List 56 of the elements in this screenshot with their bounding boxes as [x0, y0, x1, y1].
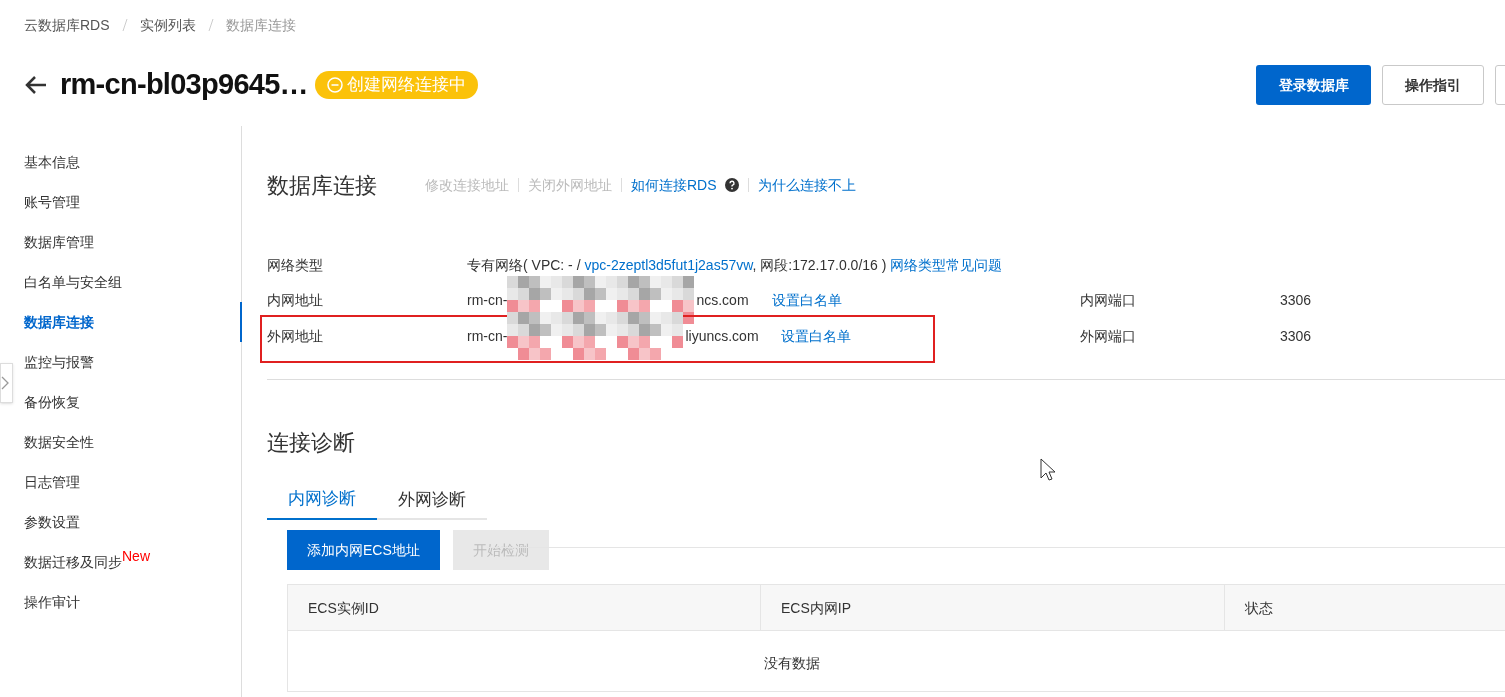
sidebar-item[interactable]: 监控与报警 [24, 352, 94, 372]
column-header: 状态 [1244, 598, 1274, 618]
sidebar-item[interactable]: 数据库管理 [24, 232, 94, 252]
status-badge: 创建网络连接中 [314, 71, 478, 99]
new-label: New [122, 547, 150, 564]
port-value: 3306 [1280, 327, 1312, 346]
vpc-link[interactable]: vpc-2zeptl3d5fut1j2as57vw [584, 257, 753, 273]
breadcrumb-item[interactable]: 云数据库RDS [24, 14, 110, 35]
field-label: 内网地址 [267, 291, 324, 310]
sidebar-item[interactable]: 操作审计 [24, 592, 80, 612]
sidebar-item[interactable]: 白名单与安全组 [24, 272, 122, 292]
sidebar-item[interactable]: 日志管理 [24, 472, 80, 492]
chevron-right-icon [1, 376, 9, 390]
active-indicator [240, 302, 242, 342]
section-title: 数据库连接 [267, 171, 377, 200]
sidebar-item[interactable]: 数据安全性 [24, 432, 94, 452]
network-type-value: 专有网络( VPC: - / vpc-2zeptl3d5fut1j2as57vw, 网段:172.17.0.0/16 ) 网络类型常见问题 [467, 256, 1004, 275]
sidebar-item[interactable]: 账号管理 [24, 192, 80, 212]
sidebar-item[interactable]: 数据库连接 [24, 312, 94, 332]
field-label: 内网端口 [1080, 291, 1137, 310]
whitelist-link[interactable]: 设置白名单 [780, 326, 851, 346]
port-value: 3306 [1280, 291, 1312, 310]
field-label: 外网端口 [1080, 327, 1137, 346]
column-header: ECS内网IP [761, 585, 1225, 630]
collapse-handle[interactable] [0, 363, 13, 403]
action-link[interactable]: 为什么连接不上 [757, 175, 856, 195]
sidebar-item[interactable]: 基本信息 [24, 152, 80, 172]
empty-message: 没有数据 [763, 654, 820, 673]
breadcrumb-item: 数据库连接 [225, 15, 296, 35]
address-start: rm-cn- [467, 327, 508, 346]
header-button[interactable]: 操作指引 [1382, 65, 1484, 105]
field-label: 网络类型 [267, 256, 324, 275]
minus-circle-icon [326, 77, 343, 93]
back-arrow-icon[interactable] [24, 75, 48, 95]
diagnosis-tab[interactable]: 内网诊断 [267, 480, 377, 520]
header-button[interactable]: 登录数据库 [1256, 65, 1371, 105]
faq-link[interactable]: 网络类型常见问题 [890, 257, 1003, 273]
whitelist-link[interactable]: 设置白名单 [771, 290, 842, 310]
slash-icon [121, 18, 128, 31]
address-end: ncs.com [696, 291, 749, 310]
sidebar-item[interactable]: 备份恢复 [24, 392, 80, 412]
address-start: rm-cn- [467, 291, 508, 310]
diagnosis-button[interactable]: 添加内网ECS地址 [287, 530, 440, 570]
field-label: 外网地址 [267, 327, 324, 346]
column-header: ECS实例ID [288, 585, 761, 630]
section-title: 连接诊断 [267, 429, 355, 457]
sidebar-item[interactable]: 数据迁移及同步 [24, 552, 122, 572]
address-end: liyuncs.com [685, 327, 759, 346]
instance-title: rm-cn-bl03p9645… [60, 67, 308, 103]
diagnosis-tab[interactable]: 外网诊断 [377, 480, 487, 520]
sidebar-item[interactable]: 参数设置 [24, 512, 80, 532]
help-icon[interactable] [724, 178, 739, 192]
slash-icon [207, 18, 214, 31]
breadcrumb-item[interactable]: 实例列表 [139, 14, 196, 35]
cursor-icon [1040, 458, 1056, 482]
action-link[interactable]: 如何连接RDS [631, 175, 717, 195]
